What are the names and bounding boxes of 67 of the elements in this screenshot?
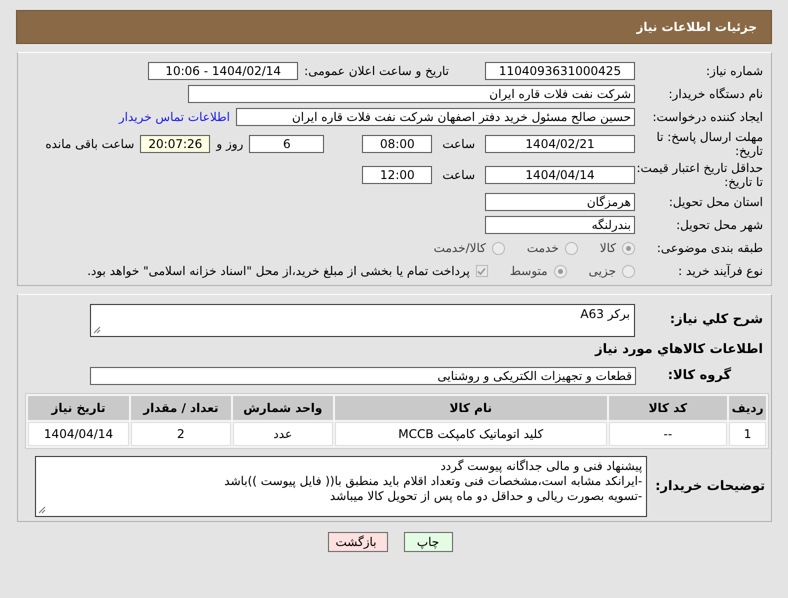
field-label: شرح كلي نياز: [668,313,764,327]
radio-button[interactable] [622,264,635,278]
contact-link[interactable]: اطلاعات تماس خریدار [118,110,236,124]
field-label: نام دستگاه خریدار: [668,87,764,101]
field-label: استان محل تحویل: [668,195,764,209]
option-label: متوسط [510,264,548,278]
field-label: حداقل تاریخ اعتبار قیمت: تا تاریخ: [635,161,764,189]
time-field[interactable]: 08:00 [362,135,432,153]
field-label: شهر محل تحویل: [675,218,764,232]
date-field[interactable]: 1404/02/21 [485,135,635,153]
radio-button[interactable] [564,242,578,254]
column-header: واحد شمارش [232,396,333,420]
description-text: برکر A63 [580,306,630,320]
column-header: تاریخ نیاز [28,396,130,420]
announce-date-field[interactable]: 1404/02/14 - 10:06 [148,62,298,80]
section-heading: اطلاعات كالاهاي مورد نياز [594,342,763,357]
field-label: شماره نیاز: [705,64,764,78]
description-field[interactable]: برکر A63 [90,304,635,336]
field-label: ساعت [441,168,476,182]
notes-line: -تسویه بصورت ریالی و حداقل دو ماه پس از تحویل کالا میباشد [328,489,642,504]
field-label: ساعت باقی مانده [44,137,136,151]
field-label: ساعت [441,137,476,151]
date-field[interactable]: 1404/04/14 [485,166,635,184]
checkbox[interactable] [476,265,488,277]
resize-grip-icon[interactable] [93,326,101,334]
table-cell: عدد [232,422,333,446]
column-header: کد کالا [608,396,728,420]
back-button[interactable]: بازگشت [328,532,388,552]
table-cell: 1 [729,422,766,446]
time-field[interactable]: 12:00 [362,166,432,184]
option-label: کالا [600,241,616,255]
notes-line: -ایرانکد مشابه است،مشخصات فنی وتعداد اقلام باید منطبق با(( فایل پیوست ))باشد [223,474,642,489]
remaining-time-field[interactable]: 20:07:26 [140,135,210,153]
need-number-field[interactable]: 1104093631000425 [485,62,635,80]
field-label: روز و [214,137,244,151]
column-header: تعداد / مقدار [131,396,231,420]
field-label: ایجاد کننده درخواست: [651,110,764,124]
radio-button[interactable] [622,242,635,254]
radio-button[interactable] [492,242,505,254]
table-cell: 1404/04/14 [28,422,130,446]
field-label: توضیحات خریدار: [654,480,766,494]
option-label: کالا/خدمت [434,241,486,255]
goods-group-field[interactable]: قطعات و تجهیزات الکتریکی و روشنایی [90,367,636,385]
radio-button[interactable] [554,264,567,278]
days-field[interactable]: 6 [249,135,324,153]
field-label: نوع فرآیند خرید : [677,264,764,278]
notes-line: پیشنهاد فنی و مالی جداگانه پیوست گردد [439,459,642,474]
field-label: مهلت ارسال پاسخ: تا تاریخ: [655,130,764,158]
table-cell: 2 [131,422,231,446]
print-button[interactable]: چاپ [404,532,452,552]
province-field[interactable]: هرمزگان [485,193,635,211]
column-header: ردیف [729,396,766,420]
field-label: گروه کالا: [666,369,732,383]
checkbox-label: پرداخت تمام یا بخشی از مبلغ خرید،از محل "اسناد خزانه اسلامی" خواهد بود. [87,264,470,278]
city-field[interactable]: بندرلنگه [485,216,635,234]
column-header: نام کالا [334,396,607,420]
buyer-notes-field[interactable]: پیشنهاد فنی و مالی جداگانه پیوست گردد -ایرانکد مشابه است،مشخصات فنی وتعداد اقلام باید منطبق با(( فایل پیوست ))باشد -تسویه بصورت ریالی و حداقل دو ماه پس از تحویل کالا میباشد [35,456,648,517]
option-label: خدمت [526,241,559,255]
resize-grip-icon[interactable] [38,506,46,514]
page-title: جزئیات اطلاعات نیاز [636,20,757,34]
requester-field[interactable]: حسین صالح مسئول خرید دفتر اصفهان شرکت نفت فلات قاره ایران [236,108,635,126]
table-cell: کلید اتوماتیک کامپکت MCCB [334,422,607,446]
buyer-field[interactable]: شرکت نفت فلات قاره ایران [188,85,635,103]
table-cell: -- [608,422,728,446]
option-label: جزیی [588,264,616,278]
field-label: تاریخ و ساعت اعلان عمومی: [303,64,450,78]
field-label: طبقه بندی موضوعی: [656,241,764,255]
